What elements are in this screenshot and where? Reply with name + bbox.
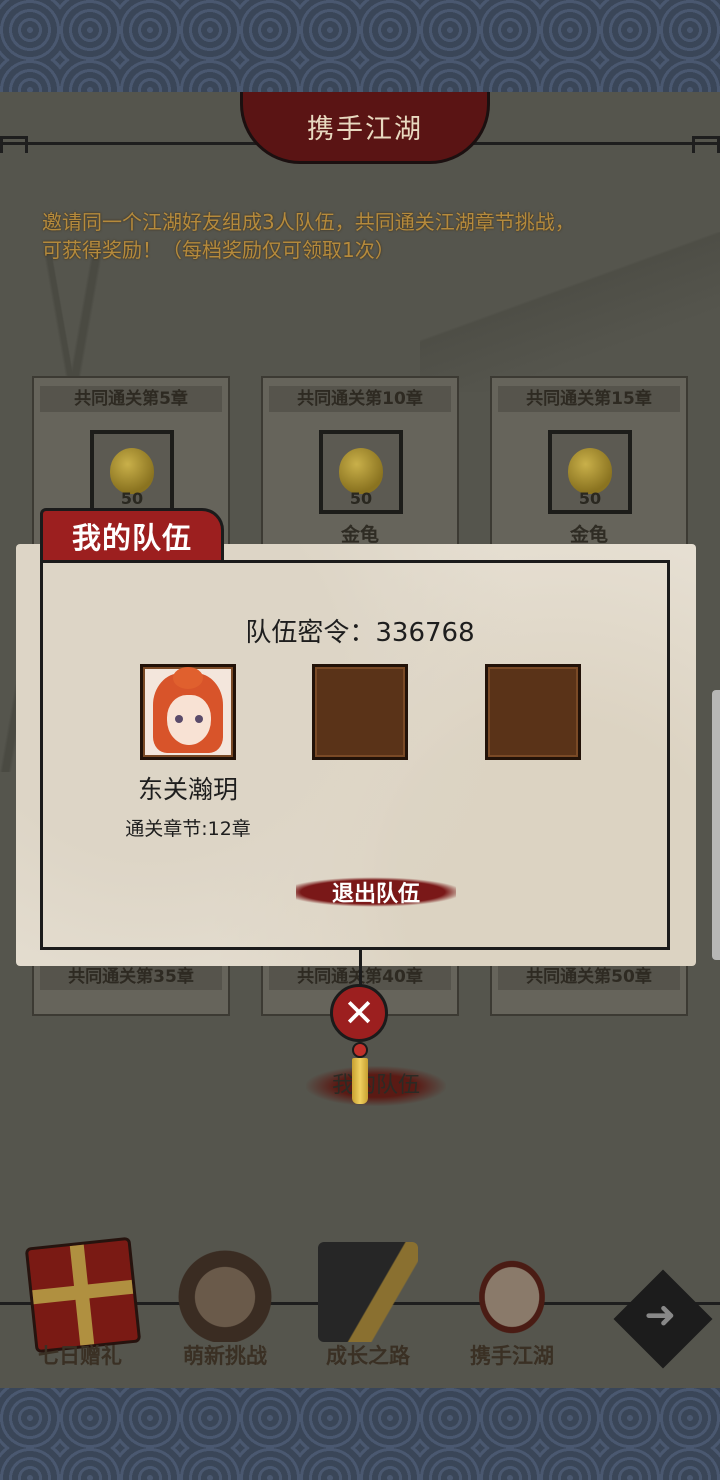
reward-title: 共同通关第10章 bbox=[269, 386, 451, 412]
reward-title: 共同通关第35章 bbox=[40, 964, 222, 990]
gold-gourd-icon bbox=[568, 448, 612, 494]
avatar-face bbox=[167, 695, 211, 745]
top-pattern-border bbox=[0, 0, 720, 92]
handshake-icon bbox=[462, 1242, 562, 1342]
reward-qty: 50 bbox=[349, 489, 373, 508]
member-slot-2-empty[interactable] bbox=[312, 664, 408, 760]
avatar-eye bbox=[195, 715, 203, 723]
avatar-bun bbox=[173, 667, 203, 689]
intro-line-2: 可获得奖励！（每档奖励仅可领取1次） bbox=[42, 238, 395, 262]
nav-label: 成长之路 bbox=[326, 1344, 410, 1368]
gift-box-icon bbox=[24, 1236, 142, 1354]
passcode-value: 336768 bbox=[375, 618, 475, 648]
next-page-button[interactable]: ➜ bbox=[613, 1269, 713, 1369]
reward-item-frame: 50 bbox=[319, 430, 403, 514]
edge-scroll-handle[interactable] bbox=[712, 690, 720, 960]
passcode-label: 队伍密令： bbox=[245, 618, 376, 648]
nav-label: 七日赠礼 bbox=[38, 1344, 122, 1368]
nav-hand-in-hand[interactable]: 携手江湖 bbox=[442, 1242, 582, 1372]
dialog-title-tab: 我的队伍 bbox=[40, 508, 224, 560]
tassel-decoration bbox=[352, 1058, 368, 1104]
member-slot-1[interactable] bbox=[140, 664, 236, 760]
reward-item-frame: 50 bbox=[548, 430, 632, 514]
nav-label: 携手江湖 bbox=[470, 1344, 554, 1368]
nav-label: 萌新挑战 bbox=[183, 1344, 267, 1368]
intro-text: 邀请同一个江湖好友组成3人队伍，共同通关江湖章节挑战， 可获得奖励！（每档奖励仅… bbox=[42, 208, 682, 264]
nav-newbie-challenge[interactable]: 萌新挑战 bbox=[155, 1242, 295, 1372]
reward-qty: 50 bbox=[578, 489, 602, 508]
member-name: 东关瀚玥 bbox=[137, 775, 238, 804]
reward-title: 共同通关第50章 bbox=[498, 964, 680, 990]
reward-name: 金龟 bbox=[340, 524, 379, 546]
close-string bbox=[359, 950, 362, 986]
reward-title: 共同通关第15章 bbox=[498, 386, 680, 412]
arrow-right-icon: ➜ bbox=[644, 1292, 677, 1337]
my-team-button[interactable]: 我的队伍 bbox=[306, 1066, 446, 1106]
avatar-eye bbox=[175, 715, 183, 723]
reward-title: 共同通关第5章 bbox=[40, 386, 222, 412]
girl-portrait-icon bbox=[175, 1242, 275, 1342]
gold-gourd-icon bbox=[339, 448, 383, 494]
close-dialog-button[interactable]: ✕ bbox=[330, 984, 388, 1042]
leave-team-label: 退出队伍 bbox=[331, 882, 420, 907]
nav-seven-day-gift[interactable]: 七日赠礼 bbox=[10, 1236, 150, 1372]
bottom-pattern-border bbox=[0, 1388, 720, 1480]
member-progress: 通关章节:12章 bbox=[125, 818, 251, 840]
close-icon: ✕ bbox=[343, 991, 375, 1035]
page-title-tab: 携手江湖 bbox=[240, 92, 490, 164]
leave-team-button[interactable]: 退出队伍 bbox=[296, 870, 456, 914]
nav-growth-path[interactable]: 成长之路 bbox=[298, 1242, 438, 1372]
member-slot-3-empty[interactable] bbox=[485, 664, 581, 760]
dialog-title: 我的队伍 bbox=[71, 520, 192, 555]
tassel-bead bbox=[352, 1042, 368, 1058]
reward-qty: 50 bbox=[120, 489, 144, 508]
team-passcode-row: 队伍密令：336768 bbox=[0, 612, 720, 649]
corner-ornament-right bbox=[692, 136, 720, 153]
gold-gourd-icon bbox=[110, 448, 154, 494]
reward-item-frame: 50 bbox=[90, 430, 174, 514]
page-title: 携手江湖 bbox=[307, 114, 423, 145]
book-icon bbox=[318, 1242, 418, 1342]
intro-line-1: 邀请同一个江湖好友组成3人队伍，共同通关江湖章节挑战， bbox=[42, 210, 575, 234]
reward-name: 金龟 bbox=[569, 524, 608, 546]
corner-ornament-left bbox=[0, 136, 28, 153]
